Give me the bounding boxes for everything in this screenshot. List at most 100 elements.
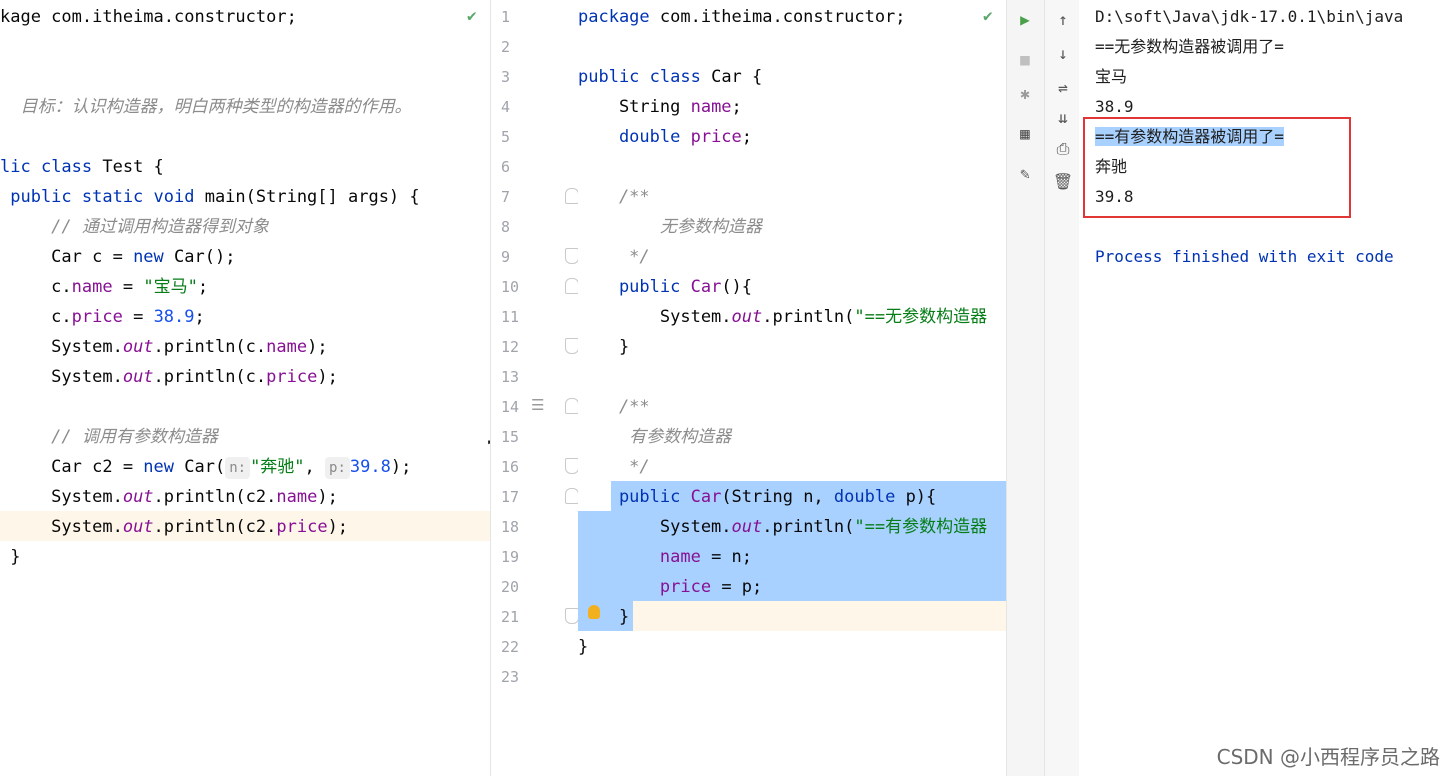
code-token: .println(c. xyxy=(153,367,267,387)
code-line: System.out.println(c2.price); xyxy=(0,512,348,542)
run-toolbar: ▶ ■ ✱ ▦ ✎ xyxy=(1006,0,1045,776)
code-line: } xyxy=(578,332,629,362)
code-token: ); xyxy=(317,367,338,387)
code-token: c. xyxy=(0,277,72,297)
code-token: public xyxy=(578,67,650,87)
code-token: com.itheima.constructor; xyxy=(659,7,906,27)
code-token: ); xyxy=(327,517,349,537)
line-number: 2 xyxy=(501,38,511,56)
code-line: name = n; xyxy=(578,542,752,572)
code-token: ); xyxy=(390,457,412,477)
pin-icon[interactable]: ✎ xyxy=(1014,162,1036,184)
fold-marker-icon[interactable] xyxy=(565,188,579,204)
code-token: public xyxy=(578,277,691,297)
code-token: .println( xyxy=(762,307,855,327)
code-token: ); xyxy=(307,337,328,357)
code-token: "==有参数构造器 xyxy=(854,517,988,537)
code-line: // 调用有参数构造器 xyxy=(0,422,218,452)
code-token: class xyxy=(649,67,712,87)
code-token: Car c = xyxy=(0,247,134,267)
line-number: 12 xyxy=(501,338,520,356)
code-token: Car c2 = xyxy=(0,457,144,477)
fold-marker-icon[interactable] xyxy=(565,488,579,504)
code-token: ; xyxy=(741,127,753,147)
code-line: public Car(){ xyxy=(578,272,752,302)
console-output[interactable]: D:\soft\Java\jdk-17.0.1\bin\java ==无参数构造器… xyxy=(1079,0,1454,776)
debug-icon[interactable]: ✱ xyxy=(1014,82,1036,104)
code-token: */ xyxy=(578,247,650,267)
code-token: /** xyxy=(578,397,650,417)
code-line: public Car(String n, double p){ xyxy=(578,482,936,512)
code-token: out xyxy=(122,337,154,357)
code-token: } xyxy=(578,607,630,627)
code-token: // 通过调用构造器得到对象 xyxy=(0,217,269,237)
stop-icon[interactable]: ■ xyxy=(1014,48,1036,70)
line-number: 20 xyxy=(501,578,520,596)
code-token: Test { xyxy=(102,157,164,177)
code-token: (){ xyxy=(721,277,753,297)
code-token: out xyxy=(122,367,154,387)
line-number: 7 xyxy=(501,188,511,206)
code-token: Car(); xyxy=(174,247,236,267)
line-number: 5 xyxy=(501,128,511,146)
code-line: Car c2 = new Car(n: "奔驰", p: 39.8); xyxy=(0,452,411,482)
code-line: System.out.println(c.price); xyxy=(0,362,338,392)
lightbulb-icon[interactable] xyxy=(588,605,600,619)
inspection-ok-icon: ✔ xyxy=(467,6,477,25)
right-editor-pane[interactable]: package com.itheima.constructor; public c… xyxy=(578,0,1006,776)
fold-marker-icon[interactable] xyxy=(565,338,579,354)
code-line: price = p; xyxy=(578,572,762,602)
line-number: 9 xyxy=(501,248,511,266)
code-line: System.out.println(c2.name); xyxy=(0,482,338,512)
code-token: System. xyxy=(578,307,732,327)
line-number: 10 xyxy=(501,278,520,296)
parameter-hint: p: xyxy=(325,457,350,479)
code-line: */ xyxy=(578,452,649,482)
code-line: 有参数构造器 xyxy=(578,422,731,452)
inspection-ok-icon: ✔ xyxy=(983,6,993,25)
arrow-down-icon[interactable]: ↓ xyxy=(1052,42,1074,64)
console-line: 38.9 xyxy=(1095,97,1134,116)
line-number: 16 xyxy=(501,458,520,476)
layout-icon[interactable]: ▦ xyxy=(1014,122,1036,144)
code-line: } xyxy=(0,542,20,572)
code-token: , xyxy=(304,457,326,477)
line-number: 14 xyxy=(501,398,520,416)
code-token: System. xyxy=(0,367,123,387)
code-token: price xyxy=(266,367,318,387)
code-token: Car xyxy=(690,487,722,507)
fold-marker-icon[interactable] xyxy=(565,398,579,414)
soft-wrap-icon[interactable]: ⇌ xyxy=(1052,76,1074,98)
code-line: public class Car { xyxy=(578,62,762,92)
fold-marker-icon[interactable] xyxy=(565,278,579,294)
left-editor-pane[interactable]: kage com.itheima.constructor; 目标：认识构造器，明… xyxy=(0,0,490,776)
code-token: System. xyxy=(578,517,732,537)
line-number: 17 xyxy=(501,488,520,506)
arrow-up-icon[interactable]: ↑ xyxy=(1052,8,1074,30)
doc-render-icon[interactable]: ☰ xyxy=(531,396,544,414)
trash-icon[interactable]: 🗑 xyxy=(1052,170,1074,192)
run-icon[interactable]: ▶ xyxy=(1014,8,1036,30)
code-line: */ xyxy=(578,242,650,272)
code-line: Car c = new Car(); xyxy=(0,242,235,272)
scroll-to-end-icon[interactable]: ⇊ xyxy=(1052,106,1074,128)
fold-marker-icon[interactable] xyxy=(565,248,579,264)
code-token: Car( xyxy=(184,457,226,477)
code-line: /** xyxy=(578,392,650,422)
code-token: ; xyxy=(731,97,742,117)
print-icon[interactable]: ⎙ xyxy=(1052,138,1074,160)
fold-marker-icon[interactable] xyxy=(565,608,579,624)
code-line: System.out.println(c.name); xyxy=(0,332,328,362)
code-token: } xyxy=(578,337,630,357)
code-token: ; xyxy=(194,307,205,327)
code-line: // 通过调用构造器得到对象 xyxy=(0,212,269,242)
line-number: 3 xyxy=(501,68,511,86)
code-line: kage com.itheima.constructor; xyxy=(0,2,297,32)
fold-marker-icon[interactable] xyxy=(565,458,579,474)
line-number: 4 xyxy=(501,98,511,116)
console-line: D:\soft\Java\jdk-17.0.1\bin\java xyxy=(1095,7,1404,26)
line-number: 11 xyxy=(501,308,520,326)
code-token: System. xyxy=(0,487,123,507)
code-token: String xyxy=(578,97,691,117)
